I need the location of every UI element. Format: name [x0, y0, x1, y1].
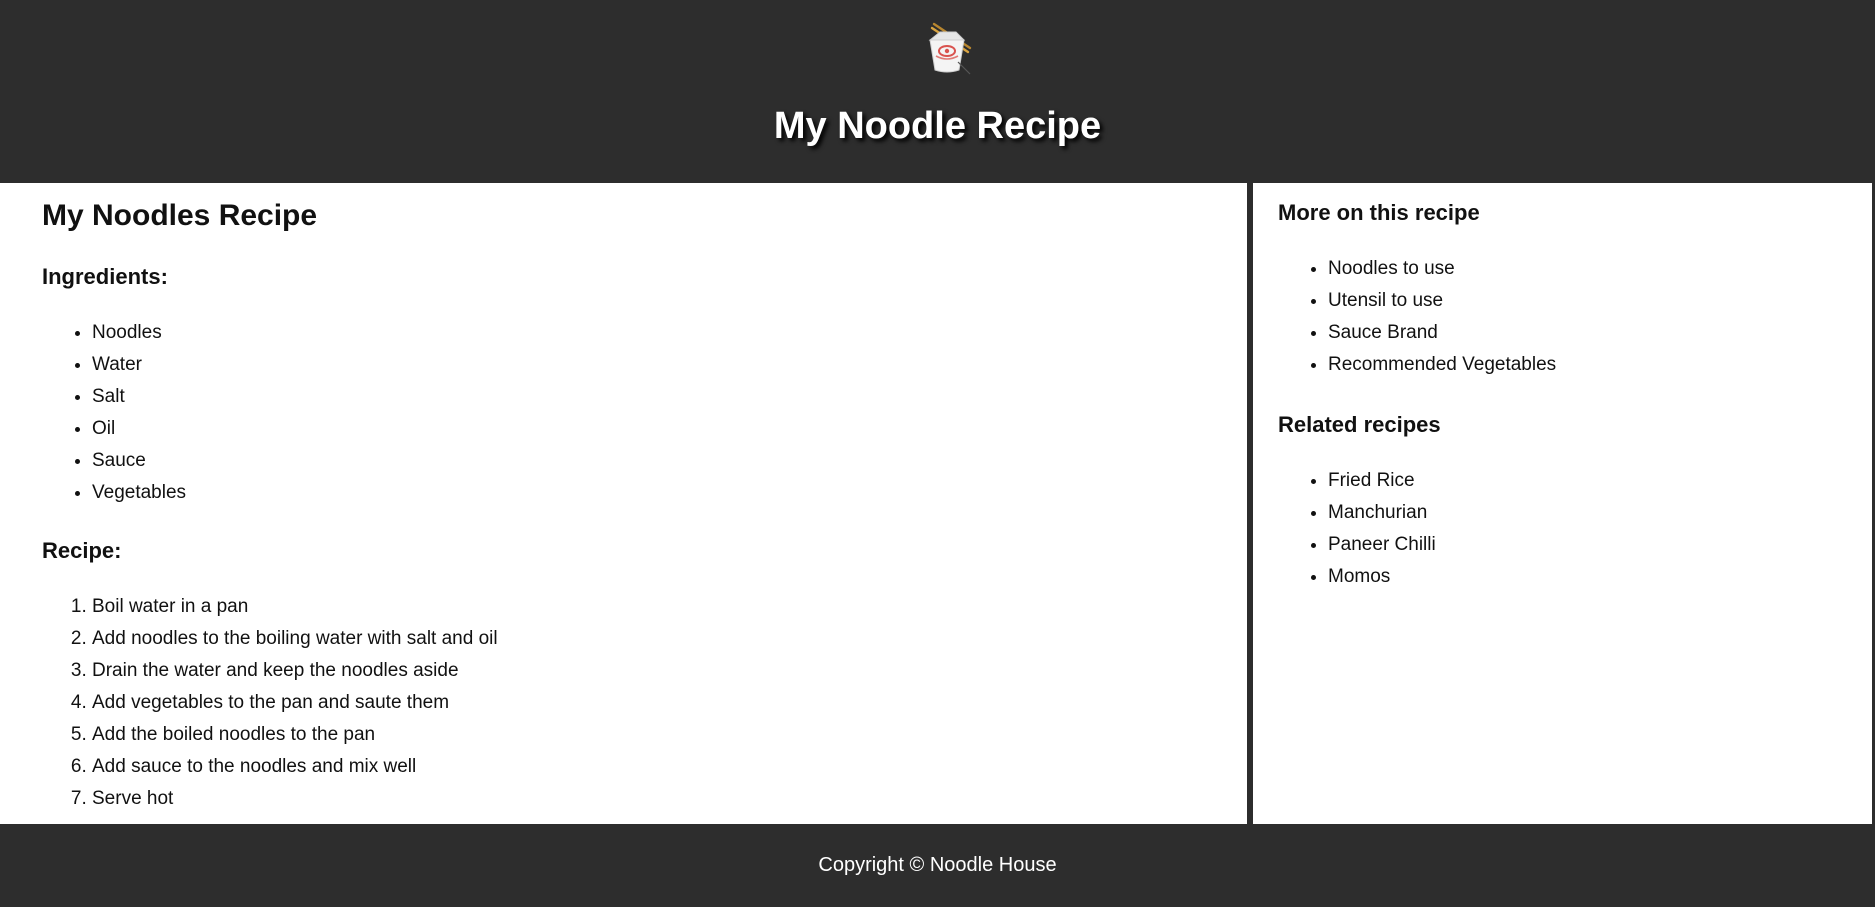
copyright-text: Copyright © Noodle House [818, 854, 1057, 876]
ingredients-heading: Ingredients: [42, 264, 168, 289]
site-header: My Noodle Recipe [0, 0, 1875, 183]
content-area: My Noodles Recipe Ingredients: Noodles W… [0, 183, 1875, 824]
list-item: Add the boiled noodles to the pan [92, 719, 1205, 751]
list-item: Manchurian [1328, 497, 1847, 529]
list-item: Boil water in a pan [92, 591, 1205, 623]
list-item: Paneer Chilli [1328, 529, 1847, 561]
site-footer: Copyright © Noodle House [0, 824, 1875, 907]
list-item: Fried Rice [1328, 465, 1847, 497]
recipe-steps-heading: Recipe: [42, 538, 122, 563]
recipe-main: My Noodles Recipe Ingredients: Noodles W… [0, 183, 1247, 824]
recipe-heading: My Noodles Recipe [42, 199, 318, 232]
list-item: Add noodles to the boiling water with sa… [92, 623, 1205, 655]
list-item: Recommended Vegetables [1328, 349, 1847, 381]
noodle-box-icon [918, 18, 976, 76]
related-list: Fried Rice Manchurian Paneer Chilli Momo… [1278, 465, 1847, 593]
recipe-steps-list: Boil water in a pan Add noodles to the b… [42, 591, 1205, 815]
related-heading: Related recipes [1278, 412, 1441, 437]
list-item: Serve hot [92, 783, 1205, 815]
more-list: Noodles to use Utensil to use Sauce Bran… [1278, 253, 1847, 381]
list-item: Drain the water and keep the noodles asi… [92, 655, 1205, 687]
ingredients-list: Noodles Water Salt Oil Sauce Vegetables [42, 317, 1205, 509]
list-item: Water [92, 349, 1205, 381]
list-item: Noodles [92, 317, 1205, 349]
page: My Noodle Recipe My Noodles Recipe Ingre… [0, 0, 1875, 907]
list-item: Oil [92, 413, 1205, 445]
sidebar: More on this recipe Noodles to use Utens… [1253, 183, 1872, 824]
site-title: My Noodle Recipe [773, 105, 1102, 147]
list-item: Add sauce to the noodles and mix well [92, 751, 1205, 783]
more-heading: More on this recipe [1278, 200, 1480, 225]
list-item: Noodles to use [1328, 253, 1847, 285]
list-item: Utensil to use [1328, 285, 1847, 317]
list-item: Sauce Brand [1328, 317, 1847, 349]
list-item: Sauce [92, 445, 1205, 477]
list-item: Add vegetables to the pan and saute them [92, 687, 1205, 719]
list-item: Vegetables [92, 477, 1205, 509]
list-item: Momos [1328, 561, 1847, 593]
list-item: Salt [92, 381, 1205, 413]
